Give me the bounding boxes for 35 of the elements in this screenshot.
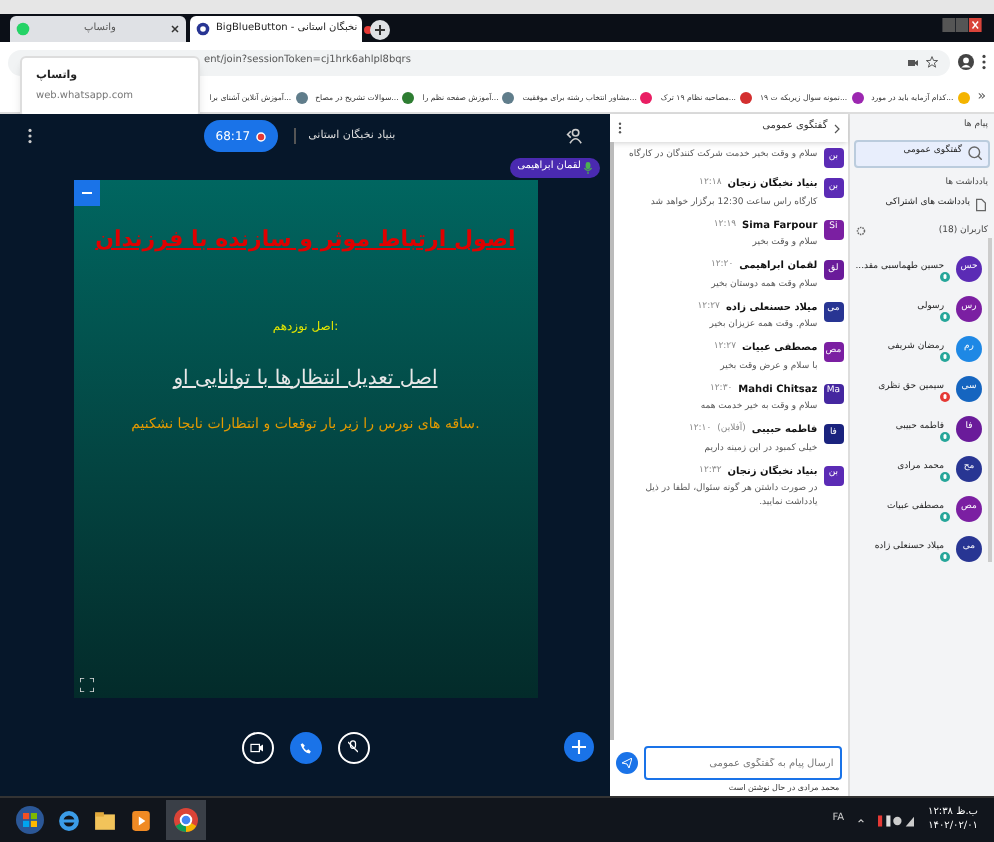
- chat-app-icon: [16, 22, 30, 36]
- slide-title: اصول ارتباط موثر و سازنده با فرزندان: [95, 224, 516, 256]
- video-button[interactable]: [241, 731, 274, 763]
- actions-button[interactable]: [564, 732, 595, 762]
- send-button[interactable]: [616, 752, 639, 774]
- chrome-browser-icon: [174, 808, 198, 832]
- media-player-icon[interactable]: [130, 809, 152, 831]
- mute-button[interactable]: [337, 731, 370, 763]
- back-chevron-icon[interactable]: [833, 123, 840, 133]
- camera-icon: [250, 741, 265, 753]
- microphone-icon: [584, 162, 593, 174]
- tray-chevron-icon[interactable]: [858, 817, 865, 823]
- star-icon[interactable]: [926, 56, 938, 68]
- document-icon: [976, 198, 986, 212]
- taskbar-app-button[interactable]: [166, 800, 206, 840]
- minus-icon: [81, 192, 92, 194]
- camera-icon[interactable]: [908, 57, 918, 67]
- new-tab-icon[interactable]: [370, 20, 390, 40]
- start-button-icon[interactable]: [16, 806, 44, 834]
- audio-button[interactable]: [289, 731, 322, 763]
- phone-icon: [299, 741, 312, 753]
- options-icon[interactable]: [618, 122, 623, 134]
- slide-heading: اصل تعدیل انتظارها با توانایی او: [173, 365, 438, 393]
- microphone-off-icon: [348, 740, 359, 754]
- users-icon[interactable]: [566, 128, 583, 144]
- fullscreen-icon[interactable]: [79, 678, 94, 692]
- send-icon: [622, 758, 633, 768]
- browser-e-icon[interactable]: [58, 809, 80, 831]
- tray-icons-drawing[interactable]: [878, 813, 915, 827]
- minimize-button[interactable]: [73, 180, 100, 206]
- conference-icon: [196, 22, 210, 36]
- folder-icon[interactable]: [94, 809, 116, 831]
- plus-icon: [572, 740, 587, 754]
- profile-icon[interactable]: [958, 54, 974, 70]
- close-icon[interactable]: [170, 24, 180, 34]
